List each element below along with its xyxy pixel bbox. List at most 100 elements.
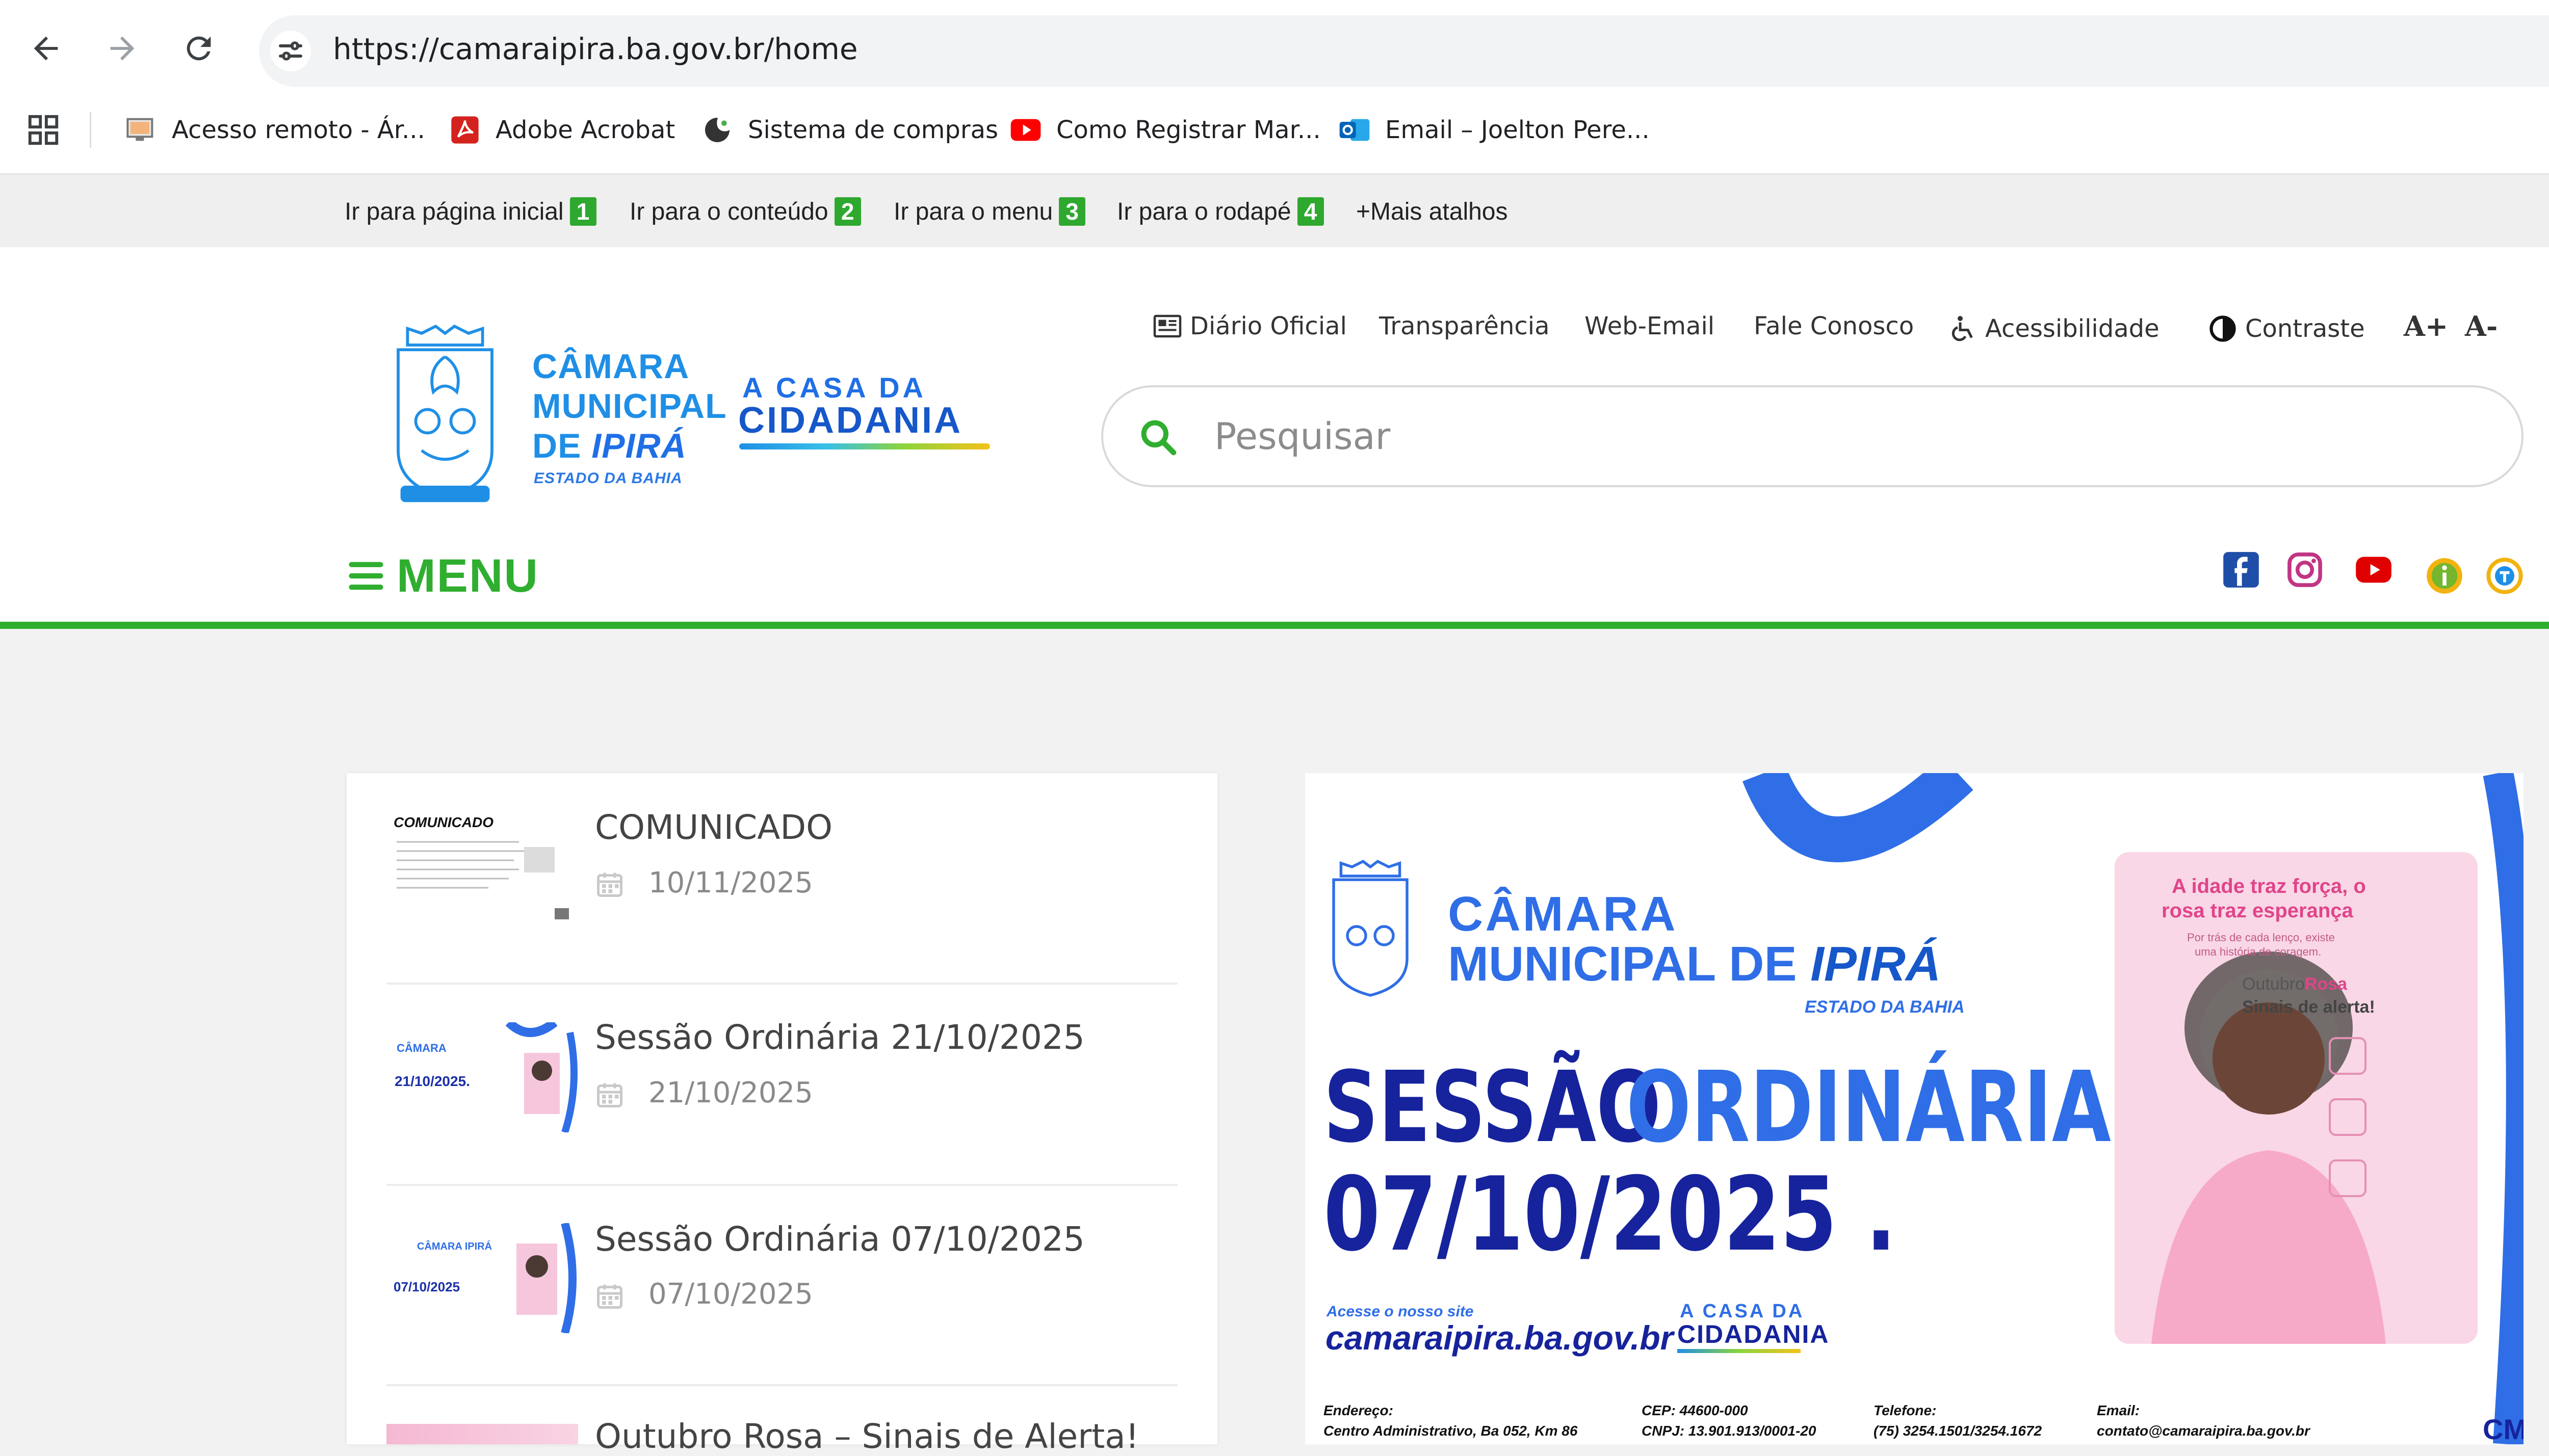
shortcut-label: +Mais atalhos xyxy=(1356,198,1508,225)
shortcut-key: 4 xyxy=(1297,197,1324,226)
adobe-acrobat-icon xyxy=(451,116,479,144)
news-divider xyxy=(386,1384,1178,1386)
site-settings-icon[interactable] xyxy=(270,31,311,71)
banner-cep: CEP: 44600-000 xyxy=(1642,1402,1748,1418)
poster-subtitle-1: Por trás de cada lenço, existe xyxy=(2187,931,2335,944)
news-thumbnail[interactable]: CÂMARA 21/10/2025. xyxy=(386,1022,578,1132)
info-icon[interactable] xyxy=(2425,557,2464,595)
banner-tagline-2: CIDADANIA xyxy=(1677,1320,1830,1348)
shortcut-content[interactable]: Ir para o conteúdo 2 xyxy=(630,194,861,229)
newspaper-icon xyxy=(1153,314,1182,338)
news-divider xyxy=(386,983,1178,985)
calendar-icon xyxy=(597,1083,622,1107)
back-button[interactable] xyxy=(23,25,69,71)
banner-headline-2: ORDINÁRIA xyxy=(1626,1051,2111,1164)
link-label: Web-Email xyxy=(1584,312,1715,340)
link-acessibilidade[interactable]: Acessibilidade xyxy=(1947,308,2160,349)
contrast-icon xyxy=(2209,315,2236,342)
news-date: 21/10/2025 xyxy=(648,1076,813,1109)
bookmark-remote-access[interactable]: Acesso remoto - Ár... xyxy=(125,110,425,150)
instagram-icon[interactable] xyxy=(2285,550,2324,589)
shortcut-label: Ir para o menu xyxy=(894,198,1053,225)
shortcut-more[interactable]: +Mais atalhos xyxy=(1356,194,1508,229)
news-divider xyxy=(386,1184,1178,1186)
search-icon[interactable] xyxy=(1138,417,1179,458)
youtube-icon xyxy=(1010,119,1041,141)
banner-org-prefix: MUNICIPAL DE xyxy=(1448,937,1811,991)
forward-button[interactable] xyxy=(99,25,145,71)
menu-button[interactable]: MENU xyxy=(347,548,539,604)
thumbnail-caption: COMUNICADO xyxy=(394,814,493,830)
wheelchair-icon xyxy=(1952,316,1973,341)
link-label: Transparência xyxy=(1379,312,1550,340)
url-text[interactable]: https://camaraipira.ba.gov.br/home xyxy=(333,32,858,66)
calendar-icon xyxy=(597,1284,622,1309)
outlook-icon xyxy=(1339,119,1370,141)
link-fale-conosco[interactable]: Fale Conosco xyxy=(1754,306,1914,347)
logo-city-name: IPIRÁ xyxy=(591,427,687,465)
poster-campaign-prefix: Outubro xyxy=(2242,974,2305,994)
link-label: Contraste xyxy=(2245,314,2365,343)
remote-desktop-icon xyxy=(126,118,153,141)
banner-org-line-2: MUNICIPAL DE IPIRÁ xyxy=(1448,936,1941,992)
featured-banner[interactable]: CÂMARA MUNICIPAL DE IPIRÁ ESTADO DA BAHI… xyxy=(1305,773,2524,1444)
banner-site-intro: Acesse o nosso site xyxy=(1326,1303,1474,1320)
news-thumbnail[interactable] xyxy=(386,1424,578,1444)
hamburger-icon xyxy=(349,562,383,590)
bookmark-registrar[interactable]: Como Registrar Mar... xyxy=(1009,110,1321,150)
banner-crest-icon xyxy=(1332,860,1409,997)
link-transparencia[interactable]: Transparência xyxy=(1379,306,1550,347)
banner-org-city: IPIRÁ xyxy=(1810,937,1941,991)
facebook-icon[interactable] xyxy=(2222,550,2260,589)
font-decrease-button[interactable]: A- xyxy=(2465,306,2498,347)
poster-campaign-emph: Rosa xyxy=(2304,974,2347,994)
municipal-crest-icon[interactable] xyxy=(386,321,504,510)
news-date: 10/11/2025 xyxy=(648,866,813,899)
banner-site-url: camaraipira.ba.gov.br xyxy=(1325,1319,1674,1357)
tagline-line-2: CIDADANIA xyxy=(738,400,963,441)
font-increase-button[interactable]: A+ xyxy=(2404,306,2448,347)
shortcut-key: 1 xyxy=(569,197,596,226)
logo-line-3: DE IPIRÁ xyxy=(532,426,687,466)
news-title[interactable]: Sessão Ordinária 21/10/2025 xyxy=(595,1018,1085,1057)
link-diario-oficial[interactable]: Diário Oficial xyxy=(1152,306,1347,347)
shortcut-label: Ir para o conteúdo xyxy=(630,198,828,225)
banner-org-line-1: CÂMARA xyxy=(1448,887,1678,941)
shortcut-footer[interactable]: Ir para o rodapé 4 xyxy=(1117,194,1324,229)
news-date: 07/10/2025 xyxy=(648,1278,813,1311)
search-input[interactable] xyxy=(1213,403,2490,470)
tagline-color-bar xyxy=(739,443,990,449)
logo-line-2: MUNICIPAL xyxy=(532,387,727,426)
link-contraste[interactable]: Contraste xyxy=(2207,308,2365,349)
poster-title-2: rosa traz esperança xyxy=(2162,899,2353,922)
news-title[interactable]: COMUNICADO xyxy=(595,808,833,847)
bookmark-email[interactable]: Email – Joelton Pere... xyxy=(1338,110,1650,150)
news-title[interactable]: Outubro Rosa – Sinais de Alerta! xyxy=(595,1417,1139,1456)
reload-icon xyxy=(187,36,211,61)
thumbnail-caption: 07/10/2025 xyxy=(394,1279,460,1294)
link-label: Diário Oficial xyxy=(1190,312,1347,340)
poster-title-1: A idade traz força, o xyxy=(2172,875,2366,897)
link-web-email[interactable]: Web-Email xyxy=(1584,306,1714,347)
poster-subtitle-2: uma história de coragem. xyxy=(2195,945,2322,958)
apps-grid-icon[interactable] xyxy=(25,112,61,148)
news-thumbnail[interactable]: COMUNICADO xyxy=(386,811,578,921)
reload-button[interactable] xyxy=(176,25,222,71)
banner-phone-label: Telefone: xyxy=(1874,1402,1937,1418)
shortcut-key: 2 xyxy=(834,197,861,226)
news-title[interactable]: Sessão Ordinária 07/10/2025 xyxy=(595,1220,1085,1259)
banner-corner-mark: CM xyxy=(2483,1413,2524,1444)
bookmark-label: Acesso remoto - Ár... xyxy=(172,116,425,144)
transparency-portal-icon[interactable] xyxy=(2485,557,2524,595)
youtube-icon[interactable] xyxy=(2354,550,2393,589)
thumbnail-caption: 21/10/2025. xyxy=(395,1073,470,1089)
shortcut-home[interactable]: Ir para página inicial 1 xyxy=(345,194,596,229)
banner-headline-1: SESSÃO xyxy=(1323,1051,1661,1164)
svg-text:CÂMARA: CÂMARA xyxy=(397,1042,447,1054)
bookmark-sistema-compras[interactable]: Sistema de compras xyxy=(701,110,998,150)
shopping-system-icon xyxy=(705,118,730,142)
shortcut-menu[interactable]: Ir para o menu 3 xyxy=(894,194,1086,229)
news-thumbnail[interactable]: CÂMARA IPIRÁ 07/10/2025 xyxy=(386,1223,578,1333)
poster-alert: Sinais de alerta! xyxy=(2242,997,2375,1017)
bookmark-adobe-acrobat[interactable]: Adobe Acrobat xyxy=(449,110,675,150)
